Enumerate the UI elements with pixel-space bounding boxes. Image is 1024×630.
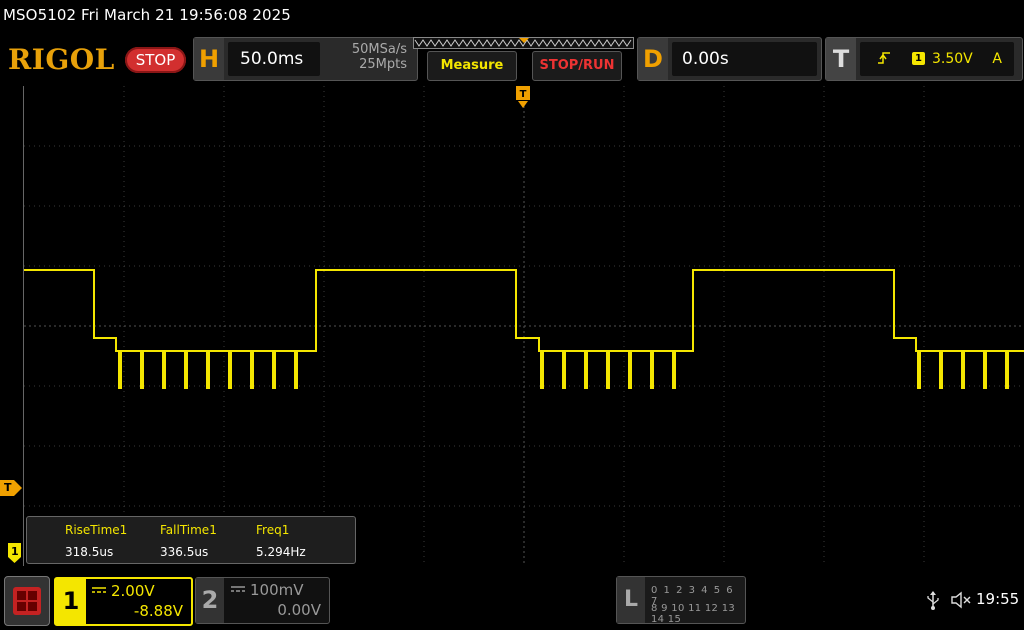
channel-2-scale: 100mV [250, 581, 304, 599]
measurement-name: RiseTime1 [65, 523, 128, 537]
rigol-logo: RIGOL [8, 43, 115, 76]
measurement-name: Freq1 [256, 523, 290, 537]
trigger-panel[interactable]: T 1 3.50V A [825, 37, 1023, 81]
delay-letter: D [638, 38, 668, 80]
channel-2-number: 2 [196, 578, 224, 623]
measurement-panel[interactable]: RiseTime1 318.5us FallTime1 336.5us Freq… [26, 516, 356, 564]
memory-position-bar [413, 37, 634, 49]
channel-2-offset: 0.00V [277, 601, 321, 619]
measurement-value: 318.5us [65, 545, 114, 559]
trigger-info: 1 3.50V A [860, 42, 1014, 76]
measurement-fall-time[interactable]: FallTime1 336.5us [160, 523, 217, 559]
main-menu-button[interactable] [4, 576, 50, 626]
menu-grid-icon [13, 587, 41, 615]
rising-edge-icon [878, 52, 890, 64]
measure-button[interactable]: Measure [427, 51, 517, 81]
channel-1-number: 1 [56, 579, 86, 624]
logic-channels-row-2: 8 9 10 11 12 13 14 15 [651, 603, 736, 625]
channel-1-panel[interactable]: 1 2.00V -8.88V [54, 577, 193, 626]
acquisition-info: 50MSa/s 25Mpts [352, 42, 407, 72]
bottom-bar: 1 2.00V -8.88V 2 100mV 0.00V L 0 1 2 3 4… [0, 570, 1024, 630]
title-line: MSO5102 Fri March 21 19:56:08 2025 [3, 6, 291, 24]
trigger-level-marker-label: T [4, 481, 12, 494]
measurement-frequency[interactable]: Freq1 5.294Hz [256, 523, 306, 559]
sample-rate: 50MSa/s [351, 42, 407, 57]
trigger-source: 1 [912, 52, 925, 65]
horizontal-letter: H [194, 38, 224, 80]
memory-depth: 25Mpts [359, 57, 407, 72]
measurement-rise-time[interactable]: RiseTime1 318.5us [65, 523, 127, 559]
horizontal-panel[interactable]: H 50.0ms 50MSa/s 25Mpts [193, 37, 418, 81]
dc-coupling-icon [231, 586, 245, 592]
top-bar: RIGOL STOP H 50.0ms 50MSa/s 25Mpts Measu… [0, 35, 1024, 85]
waveform-grid[interactable] [23, 86, 1024, 566]
speaker-muted-icon[interactable] [950, 590, 972, 610]
measurement-name: FallTime1 [160, 523, 217, 537]
delay-value: 0.00s [672, 42, 817, 76]
channel-2-panel[interactable]: 2 100mV 0.00V [195, 577, 330, 624]
stop-run-button[interactable]: STOP/RUN [532, 51, 622, 81]
svg-text:T: T [520, 89, 527, 100]
channel-1-scale: 2.00V [111, 582, 155, 600]
measurement-value: 5.294Hz [256, 545, 306, 559]
dc-coupling-icon [92, 587, 106, 593]
run-state-badge[interactable]: STOP [125, 47, 186, 73]
logic-analyzer-panel[interactable]: L 0 1 2 3 4 5 6 7 8 9 10 11 12 13 14 15 [616, 576, 746, 625]
timebase-value: 50.0ms [228, 42, 320, 76]
logic-analyzer-letter: L [617, 577, 645, 623]
channel-1-offset: -8.88V [133, 602, 183, 620]
system-clock: 19:55 [976, 590, 1020, 608]
trigger-level: 3.50V [932, 51, 973, 67]
trigger-level-marker[interactable]: T [0, 480, 22, 496]
center-axes [24, 86, 1024, 566]
trigger-letter: T [826, 38, 856, 80]
usb-icon [927, 591, 939, 610]
delay-panel[interactable]: D 0.00s [637, 37, 822, 81]
ch1-marker-label: 1 [11, 545, 19, 558]
ch1-ground-marker[interactable]: 1 [8, 543, 21, 563]
trigger-mode: A [992, 51, 1002, 67]
measurement-value: 336.5us [160, 545, 209, 559]
trigger-position-marker[interactable]: T [515, 86, 531, 110]
